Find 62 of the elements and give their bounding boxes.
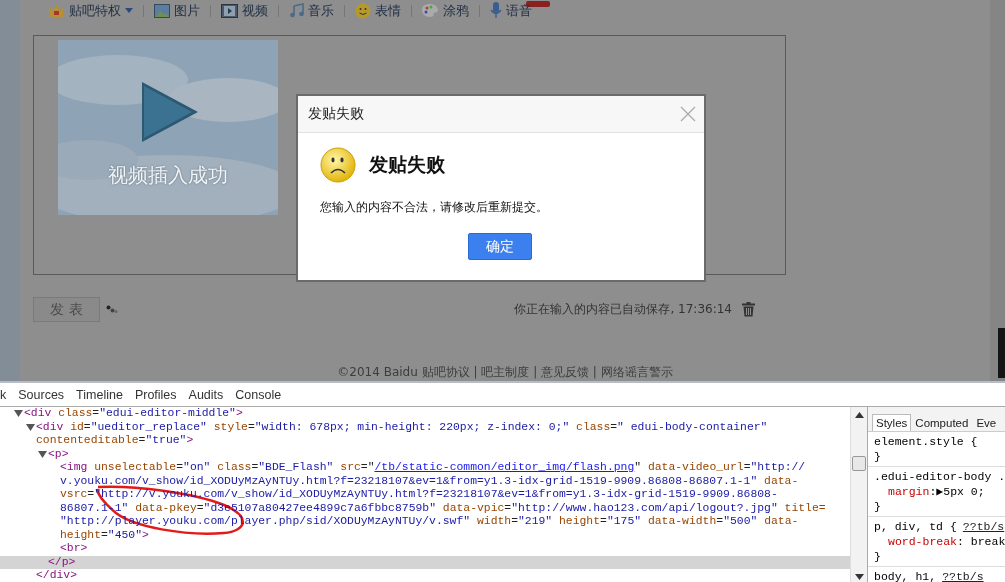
devtools-tab[interactable]: Timeline <box>70 387 129 402</box>
devtools-tab[interactable]: Audits <box>182 387 230 402</box>
autosave-status: 你正在输入的内容已自动保存, 17:36:14 <box>514 301 732 318</box>
devtools-tab[interactable]: Profiles <box>128 387 183 402</box>
styles-tab[interactable]: Styles <box>872 414 912 431</box>
music-note-icon <box>289 3 304 19</box>
palette-icon <box>422 3 439 19</box>
code-line[interactable]: height="450"> <box>60 528 149 542</box>
code-line[interactable]: </div> <box>36 569 77 582</box>
css-declaration[interactable]: word-break: break <box>874 534 1005 549</box>
code-line[interactable]: </p> <box>48 555 76 569</box>
code-line[interactable]: <div id="ueditor_replace" style="width: 678px; min-height: 220px; z-index: 0;" class=" edui-body-container" <box>36 420 768 434</box>
closing-brace: } <box>874 549 882 564</box>
source-link[interactable]: ??tb/s <box>942 569 984 582</box>
closing-brace: } <box>874 449 882 464</box>
footer-text: ©2014 Baidu 贴吧协议 | 吧主制度 | 意见反馈 | 网络谣言警示 <box>336 364 674 381</box>
css-selector: p, div, td { <box>874 519 957 534</box>
css-declaration[interactable]: margin:▶5px 0; <box>874 484 985 499</box>
scroll-up-icon[interactable] <box>854 412 864 418</box>
toolbar-button[interactable]: 音乐 <box>289 1 334 20</box>
video-icon <box>221 3 238 18</box>
smiley-icon <box>355 2 371 19</box>
dialog-title: 发贴失败 <box>308 105 364 123</box>
sad-face-icon <box>320 147 356 183</box>
toolbar-button[interactable]: 视频 <box>221 1 268 20</box>
image-icon <box>154 3 170 18</box>
toolbar-button[interactable]: 语音 <box>490 1 532 20</box>
dialog-message: 您输入的内容不合法，请修改后重新提交。 <box>320 199 549 216</box>
styles-tab[interactable]: Eve <box>972 414 1001 431</box>
devtools-tab[interactable]: Sources <box>12 387 71 402</box>
code-link[interactable]: /tb/static-common/editor_img/flash.png <box>374 461 635 474</box>
loading-icon <box>106 305 118 314</box>
toolbar-button[interactable]: 图片 <box>154 1 200 20</box>
microphone-icon <box>490 2 502 20</box>
dialog-heading: 发贴失败 <box>369 152 445 177</box>
expanded-arrow-icon[interactable] <box>25 422 35 432</box>
styles-tab[interactable]: Computed <box>911 414 973 431</box>
css-selector: .edui-editor-body . <box>874 469 1005 484</box>
trash-icon[interactable] <box>742 302 755 317</box>
code-line[interactable]: <br> <box>60 542 88 556</box>
crown-icon <box>48 3 65 19</box>
code-line[interactable]: <p> <box>48 447 69 461</box>
code-line[interactable]: <div class="edui-editor-middle"> <box>24 407 243 421</box>
confirm-button[interactable]: 确定 <box>468 233 532 260</box>
css-selector: element.style { <box>874 434 978 449</box>
expanded-arrow-icon[interactable] <box>13 409 23 419</box>
closing-brace: } <box>874 499 882 514</box>
code-line[interactable]: contenteditable="true"> <box>36 434 194 448</box>
scroll-thumb[interactable] <box>852 456 866 471</box>
scroll-down-icon[interactable] <box>854 574 864 580</box>
source-link[interactable]: ??tb/s <box>962 519 1005 534</box>
video-caption: 视频插入成功 <box>107 161 229 189</box>
code-line[interactable]: <img unselectable="on" class="BDE_Flash" src="/tb/static-common/editor_img/flash.png" data-video_url="http:// <box>60 461 806 475</box>
code-line[interactable]: v.youku.com/v_show/id_XODUyMzAyNTUy.html?f=23218107&ev=1&from=y1.3-idx-grid-1519-9909.86808-86807.1-1" data- <box>60 474 799 488</box>
scrollbar[interactable] <box>850 407 867 582</box>
expanded-arrow-icon[interactable] <box>37 449 47 459</box>
devtools-tab[interactable]: k <box>0 387 13 402</box>
toolbar-button[interactable]: 贴吧特权 <box>48 1 133 20</box>
devtools-tab[interactable]: Console <box>229 387 288 402</box>
toolbar-button[interactable]: 表情 <box>355 1 401 20</box>
css-selector: body, h1, <box>874 569 937 582</box>
toolbar-button[interactable]: 涂鸦 <box>422 1 469 20</box>
